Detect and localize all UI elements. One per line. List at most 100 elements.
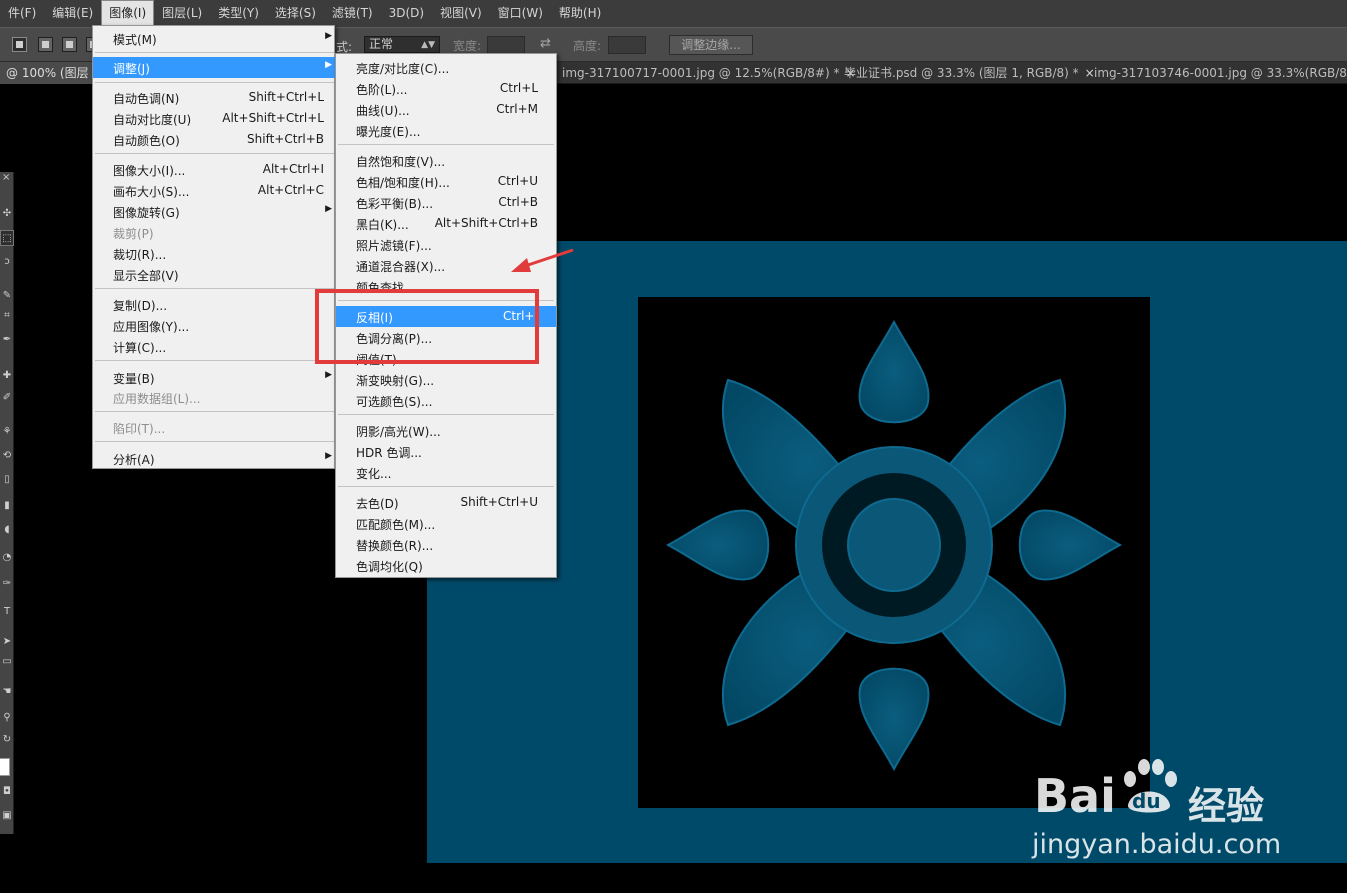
menu-item-canvas-size[interactable]: 画布大小(S)... Alt+Ctrl+C	[93, 180, 336, 201]
menu-item-color-balance[interactable]: 色彩平衡(B)... Ctrl+B	[336, 192, 556, 213]
menu-item-label: 黑白(K)...	[356, 218, 409, 232]
foreground-color-swatch[interactable]	[0, 758, 10, 776]
blur-tool-icon[interactable]: ◖	[0, 522, 14, 538]
menu-view[interactable]: 视图(V)	[432, 0, 490, 27]
tab-doc-1[interactable]: @ 100% (图层 3	[0, 62, 100, 84]
menu-item-analysis[interactable]: 分析(A) ▶	[93, 448, 336, 469]
menu-item-auto-color[interactable]: 自动颜色(O) Shift+Ctrl+B	[93, 129, 336, 150]
menu-item-black-white[interactable]: 黑白(K)... Alt+Shift+Ctrl+B	[336, 213, 556, 234]
menu-3d[interactable]: 3D(D)	[381, 0, 432, 27]
menu-item-apply-image[interactable]: 应用图像(Y)...	[93, 315, 336, 336]
menu-item-levels[interactable]: 色阶(L)... Ctrl+L	[336, 78, 556, 99]
clone-tool-icon[interactable]: ⚘	[0, 424, 14, 440]
menu-select[interactable]: 选择(S)	[267, 0, 324, 27]
menu-file[interactable]: 件(F)	[0, 0, 44, 27]
quick-select-tool-icon[interactable]: ✎	[0, 288, 14, 304]
menu-item-replace-color[interactable]: 替换颜色(R)...	[336, 534, 556, 555]
menu-item-match-color[interactable]: 匹配颜色(M)...	[336, 513, 556, 534]
new-selection-icon[interactable]	[12, 37, 27, 52]
menu-window[interactable]: 窗口(W)	[490, 0, 551, 27]
menu-item-variables[interactable]: 变量(B) ▶	[93, 367, 336, 388]
menu-item-variations[interactable]: 变化...	[336, 462, 556, 483]
subtract-selection-icon[interactable]	[62, 37, 77, 52]
menu-item-label: 图像旋转(G)	[113, 206, 180, 220]
menu-item-adjustments[interactable]: 调整(J) ▶	[93, 57, 336, 78]
menu-separator	[95, 153, 334, 154]
swap-icon[interactable]: ⇄	[540, 36, 551, 51]
dodge-tool-icon[interactable]: ◔	[0, 550, 14, 566]
menu-item-duplicate[interactable]: 复制(D)...	[93, 294, 336, 315]
menu-item-auto-contrast[interactable]: 自动对比度(U) Alt+Shift+Ctrl+L	[93, 108, 336, 129]
menu-item-shortcut: Alt+Shift+Ctrl+L	[222, 111, 324, 125]
hand-tool-icon[interactable]: ☚	[0, 684, 14, 700]
menu-item-desaturate[interactable]: 去色(D) Shift+Ctrl+U	[336, 492, 556, 513]
menu-item-shadows-highlights[interactable]: 阴影/高光(W)...	[336, 420, 556, 441]
menu-item-reveal-all[interactable]: 显示全部(V)	[93, 264, 336, 285]
healing-tool-icon[interactable]: ✚	[0, 368, 14, 384]
gradient-tool-icon[interactable]: ▮	[0, 498, 14, 514]
tab-doc-3[interactable]: 毕业证书.psd @ 33.3% (图层 1, RGB/8) * ×	[838, 62, 1095, 84]
menu-item-label: 色相/饱和度(H)...	[356, 176, 450, 190]
style-select[interactable]: 正常 ▲▼	[364, 36, 440, 53]
close-icon[interactable]: ×	[2, 172, 10, 183]
menu-item-curves[interactable]: 曲线(U)... Ctrl+M	[336, 99, 556, 120]
brush-tool-icon[interactable]: ✐	[0, 390, 14, 406]
marquee-tool-icon[interactable]: ⬚	[0, 230, 14, 246]
menu-item-label: 渐变映射(G)...	[356, 374, 435, 388]
menu-item-hdr-toning[interactable]: HDR 色调...	[336, 441, 556, 462]
menu-item-label: 画布大小(S)...	[113, 185, 190, 199]
menu-item-label: HDR 色调...	[356, 446, 422, 460]
menu-item-brightness-contrast[interactable]: 亮度/对比度(C)...	[336, 57, 556, 78]
rotate-tool-icon[interactable]: ↻	[0, 732, 14, 748]
menu-item-trim[interactable]: 裁切(R)...	[93, 243, 336, 264]
teardrop-petal-right	[1018, 509, 1123, 581]
menu-item-image-size[interactable]: 图像大小(I)... Alt+Ctrl+I	[93, 159, 336, 180]
menu-item-gradient-map[interactable]: 渐变映射(G)...	[336, 369, 556, 390]
menu-separator	[95, 411, 334, 412]
menu-item-calculations[interactable]: 计算(C)...	[93, 336, 336, 357]
menu-item-equalize[interactable]: 色调均化(Q)	[336, 555, 556, 576]
menu-item-exposure[interactable]: 曝光度(E)...	[336, 120, 556, 141]
path-select-tool-icon[interactable]: ➤	[0, 634, 14, 650]
menu-item-label: 曲线(U)...	[356, 104, 410, 118]
tab-label: img-317100717-0001.jpg @ 12.5%(RGB/8#) *	[562, 66, 840, 80]
tab-doc-4[interactable]: img-317103746-0001.jpg @ 33.3%(RGB/8#) *…	[1088, 62, 1347, 84]
width-field[interactable]	[487, 36, 525, 54]
menu-item-label: 自然饱和度(V)...	[356, 155, 446, 169]
eraser-tool-icon[interactable]: ▯	[0, 472, 14, 488]
height-field[interactable]	[608, 36, 646, 54]
menu-item-label: 模式(M)	[113, 33, 157, 47]
tab-label: @ 100% (图层 3	[6, 66, 101, 80]
move-tool-icon[interactable]: ✣	[0, 206, 14, 222]
screen-mode-icon[interactable]: ▣	[0, 808, 14, 824]
add-to-selection-icon[interactable]	[38, 37, 53, 52]
pen-tool-icon[interactable]: ✑	[0, 576, 14, 592]
menu-item-vibrance[interactable]: 自然饱和度(V)...	[336, 150, 556, 171]
menu-item-shortcut: Ctrl+L	[499, 81, 538, 95]
menu-help[interactable]: 帮助(H)	[551, 0, 609, 27]
menu-item-auto-tone[interactable]: 自动色调(N) Shift+Ctrl+L	[93, 87, 336, 108]
menu-item-image-rotation[interactable]: 图像旋转(G) ▶	[93, 201, 336, 222]
eyedropper-tool-icon[interactable]: ✒	[0, 332, 14, 348]
history-brush-icon[interactable]: ⟲	[0, 448, 14, 464]
menu-item-selective-color[interactable]: 可选颜色(S)...	[336, 390, 556, 411]
menu-item-shortcut: Ctrl+B	[498, 195, 538, 209]
menu-image[interactable]: 图像(I)	[101, 0, 155, 27]
tab-doc-2[interactable]: img-317100717-0001.jpg @ 12.5%(RGB/8#) *…	[556, 62, 856, 84]
width-label: 宽度:	[453, 39, 482, 53]
shape-tool-icon[interactable]: ▭	[0, 654, 14, 670]
lasso-tool-icon[interactable]: ↄ	[0, 254, 14, 270]
refine-edge-button[interactable]: 调整边缘...	[669, 35, 753, 55]
zoom-tool-icon[interactable]: ⚲	[0, 710, 14, 726]
crop-tool-icon[interactable]: ⌗	[0, 308, 14, 324]
menu-type[interactable]: 类型(Y)	[210, 0, 267, 27]
type-tool-icon[interactable]: T	[0, 604, 14, 620]
menu-layer[interactable]: 图层(L)	[154, 0, 210, 27]
menu-filter[interactable]: 滤镜(T)	[324, 0, 381, 27]
menu-item-shortcut: Shift+Ctrl+U	[460, 495, 538, 509]
menu-edit[interactable]: 编辑(E)	[44, 0, 101, 27]
menu-item-mode[interactable]: 模式(M) ▶	[93, 28, 336, 49]
menu-item-label: 应用数据组(L)...	[113, 392, 201, 406]
quick-mask-icon[interactable]: ◘	[0, 784, 14, 800]
menu-item-hue-saturation[interactable]: 色相/饱和度(H)... Ctrl+U	[336, 171, 556, 192]
